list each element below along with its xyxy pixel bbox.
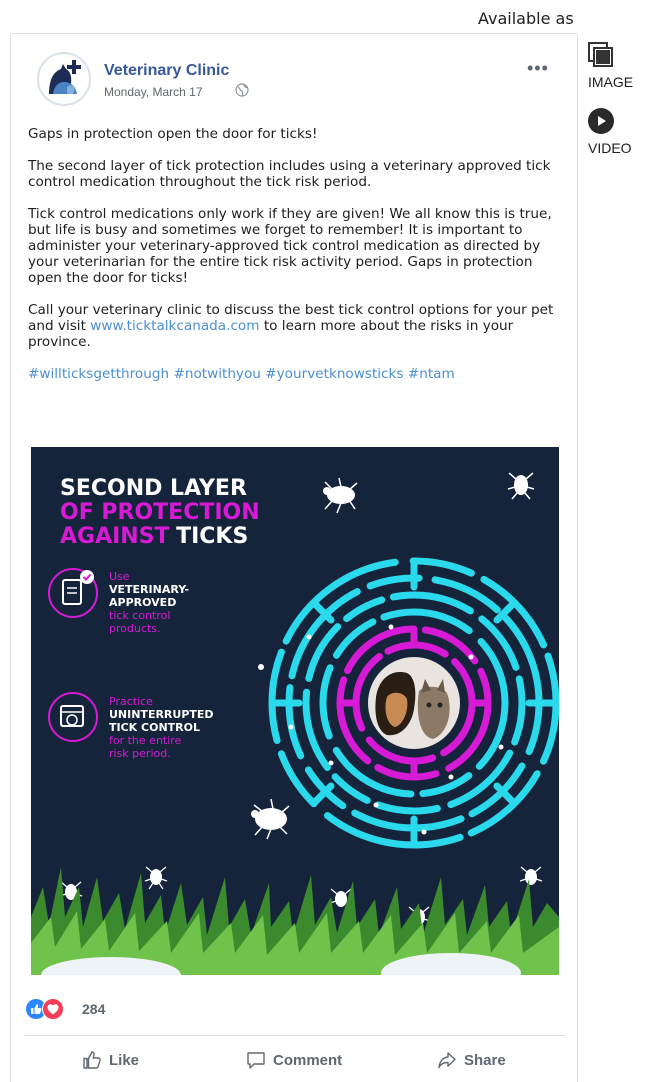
item2-bold1: UNINTERRUPTED: [109, 708, 214, 721]
divider: [25, 1035, 565, 1036]
like-label: Like: [109, 1051, 140, 1069]
video-option-label: VIDEO: [588, 140, 632, 156]
love-reaction-icon: [42, 998, 64, 1020]
globe-icon: [235, 83, 249, 97]
image-option-label: IMAGE: [588, 74, 634, 90]
comment-label: Comment: [273, 1051, 343, 1069]
item2-rest2: risk period.: [109, 747, 171, 760]
play-circle-icon: [588, 108, 614, 134]
post-date[interactable]: Monday, March 17: [104, 85, 203, 99]
item1-rest2: products.: [109, 622, 161, 635]
graphic-title-line1: SECOND LAYER: [60, 476, 247, 501]
hashtag-link[interactable]: #willticksgetthrough: [28, 366, 169, 382]
thumbs-up-icon: [83, 1051, 101, 1069]
avatar[interactable]: [37, 52, 91, 106]
ticktalk-link[interactable]: www.ticktalkcanada.com: [90, 318, 259, 334]
post-paragraph: The second layer of tick protection incl…: [28, 158, 551, 190]
post-image[interactable]: SECOND LAYER OF PROTECTION AGAINST TICKS …: [31, 447, 559, 975]
comment-bubble-icon: [247, 1052, 265, 1069]
hashtag-line: #willticksgetthrough #notwithyou #yourve…: [28, 366, 568, 382]
tick-protection-graphic: SECOND LAYER OF PROTECTION AGAINST TICKS …: [31, 447, 559, 975]
post-paragraph: Call your veterinary clinic to discuss t…: [28, 302, 568, 350]
image-stack-icon: [588, 42, 613, 67]
item1-bold1: VETERINARY-: [109, 583, 189, 596]
more-options-button[interactable]: •••: [527, 58, 549, 79]
item1-lead: Use: [109, 570, 130, 583]
image-option[interactable]: IMAGE: [588, 42, 652, 90]
available-as-label: Available as: [478, 9, 574, 28]
graphic-title-line3: AGAINST TICKS: [60, 524, 248, 549]
hashtag-link[interactable]: #yourvetknowsticks: [265, 366, 403, 382]
item2-bold2: TICK CONTROL: [109, 721, 200, 734]
post-paragraph: Tick control medications only work if th…: [28, 206, 552, 286]
post-paragraph: Gaps in protection open the door for tic…: [28, 126, 318, 142]
hashtag-link[interactable]: #ntam: [408, 366, 455, 382]
item1-bold2: APPROVED: [109, 596, 176, 609]
graphic-title-line2: OF PROTECTION: [60, 500, 260, 525]
item2-rest1: for the entire: [109, 734, 182, 747]
page-name-link[interactable]: Veterinary Clinic: [104, 62, 229, 80]
post-card: Veterinary Clinic Monday, March 17 ••• G…: [10, 33, 578, 1082]
reaction-count[interactable]: 284: [82, 1001, 105, 1017]
share-label: Share: [464, 1051, 506, 1069]
post-text: Gaps in protection open the door for tic…: [28, 126, 568, 398]
hashtag-link[interactable]: #notwithyou: [173, 366, 260, 382]
comment-button[interactable]: Comment: [246, 1046, 342, 1074]
share-button[interactable]: Share: [437, 1046, 506, 1074]
like-button[interactable]: Like: [82, 1046, 139, 1074]
clinic-logo-icon: [40, 55, 88, 103]
item2-lead: Practice: [109, 695, 153, 708]
share-arrow-icon: [438, 1052, 456, 1069]
video-option[interactable]: VIDEO: [588, 108, 652, 156]
item1-rest1: tick control: [109, 609, 170, 622]
